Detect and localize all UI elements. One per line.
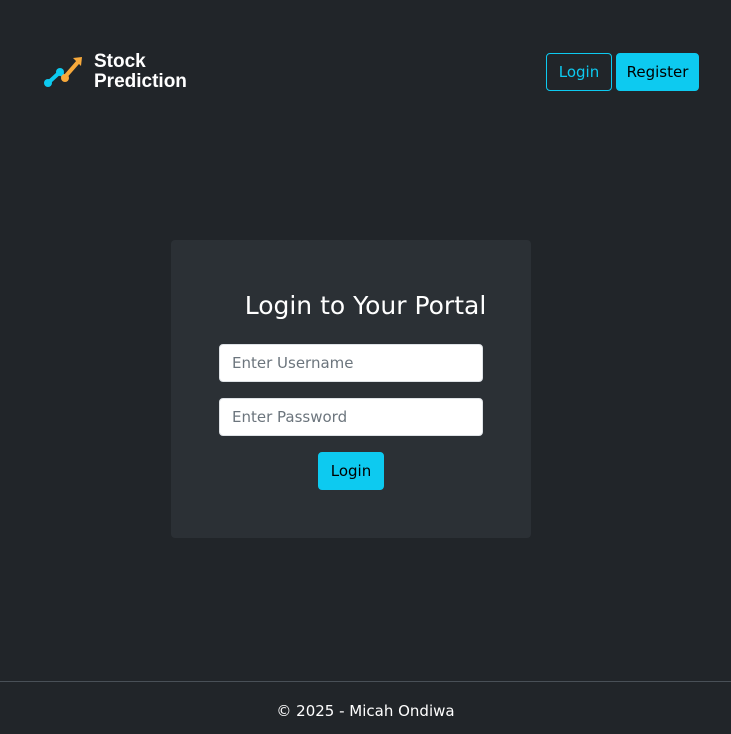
nav-register-button[interactable]: Register	[616, 53, 699, 91]
header: Stock Prediction Login Register	[0, 0, 731, 145]
login-submit-button[interactable]: Login	[318, 452, 384, 490]
brand-name-line2: Prediction	[94, 71, 187, 92]
login-card-title: Login to Your Portal	[244, 291, 487, 320]
header-nav: Login Register	[546, 53, 699, 91]
brand-logo-link[interactable]: Stock Prediction	[42, 52, 187, 92]
brand-name-line1: Stock	[94, 51, 146, 72]
username-input[interactable]	[219, 344, 483, 382]
footer: © 2025 - Micah Ondiwa	[0, 681, 731, 734]
nav-login-button[interactable]: Login	[546, 53, 612, 91]
login-card	[171, 240, 531, 538]
footer-copyright: © 2025 - Micah Ondiwa	[276, 702, 455, 720]
brand-name: Stock Prediction	[94, 52, 187, 92]
trend-up-chart-icon	[44, 57, 82, 87]
password-input[interactable]	[219, 398, 483, 436]
